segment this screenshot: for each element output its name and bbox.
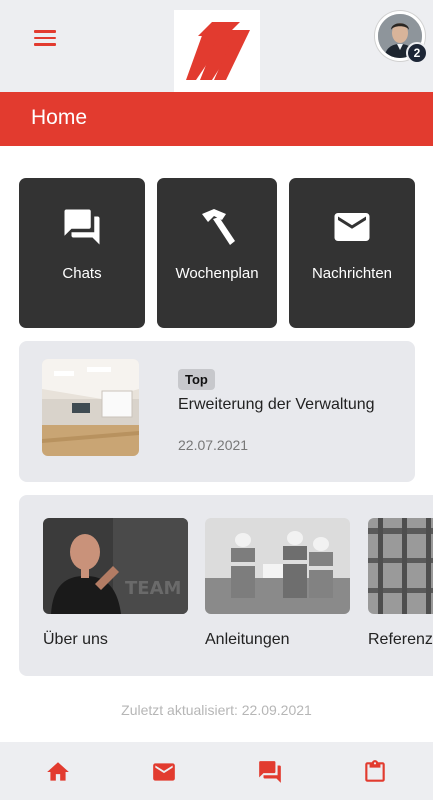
nav-home-button[interactable] (45, 759, 71, 785)
nav-mail-button[interactable] (151, 759, 177, 785)
category-image: TEAM (43, 518, 188, 614)
page-header: Home (0, 92, 433, 146)
category-item-referenzen[interactable]: Referenzen (368, 518, 433, 649)
mail-icon (153, 763, 175, 781)
tile-label: Chats (62, 265, 102, 282)
user-avatar-button[interactable]: 2 (375, 11, 428, 64)
svg-text:TEAM: TEAM (125, 578, 181, 599)
tile-chats[interactable]: Chats (19, 178, 145, 328)
news-card[interactable]: Top Erweiterung der Verwaltung 22.07.202… (19, 341, 415, 482)
tile-label: Wochenplan (175, 265, 259, 282)
news-thumbnail (42, 359, 139, 456)
category-item-ueber-uns[interactable]: TEAM Über uns (43, 518, 188, 649)
mail-icon (331, 206, 373, 248)
clipboard-icon (365, 760, 385, 782)
nav-chat-button[interactable] (257, 759, 283, 785)
category-label: Referenzen (368, 631, 433, 648)
home-icon (47, 762, 69, 781)
main-content: Chats Wochenplan Nachrichten Top Erweite… (0, 146, 433, 742)
chat-bubbles-icon (61, 206, 103, 248)
tile-nachrichten[interactable]: Nachrichten (289, 178, 415, 328)
category-image (205, 518, 350, 614)
top-bar: 2 (0, 0, 433, 92)
notification-badge: 2 (406, 42, 428, 64)
nav-clipboard-button[interactable] (362, 759, 388, 785)
tile-wochenplan[interactable]: Wochenplan (157, 178, 277, 328)
news-title: Erweiterung der Verwaltung (178, 396, 375, 413)
bottom-navigation (0, 742, 433, 800)
last-updated-text: Zuletzt aktualisiert: 22.09.2021 (121, 702, 312, 718)
hammer-icon (196, 206, 238, 248)
category-label: Über uns (43, 631, 108, 648)
category-carousel[interactable]: TEAM Über uns Anleitungen Referenz (19, 495, 433, 676)
tile-label: Nachrichten (311, 265, 393, 282)
company-logo[interactable] (174, 10, 260, 92)
chat-icon (259, 761, 281, 783)
news-date: 22.07.2021 (178, 437, 249, 453)
page-title: Home (31, 106, 88, 129)
news-tag: Top (178, 369, 215, 390)
hamburger-menu-icon[interactable] (34, 29, 56, 47)
category-item-anleitungen[interactable]: Anleitungen (205, 518, 350, 649)
category-image (368, 518, 433, 614)
category-label: Anleitungen (205, 631, 290, 648)
